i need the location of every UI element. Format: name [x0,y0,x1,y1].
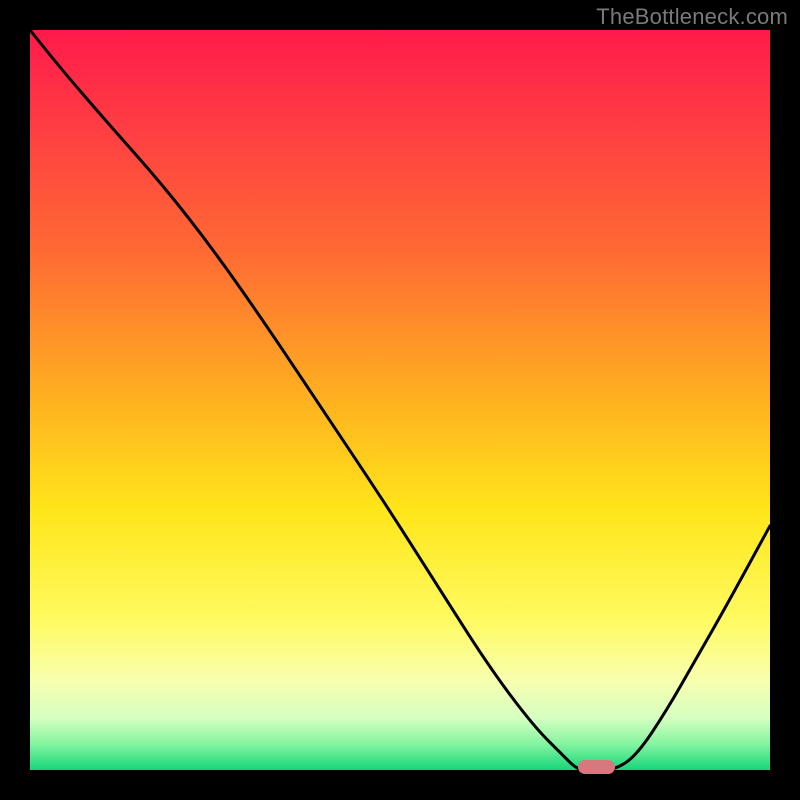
chart-frame: TheBottleneck.com [0,0,800,800]
optimal-marker [578,760,615,774]
plot-area [30,30,770,770]
gradient-rect [30,30,770,770]
chart-svg [30,30,770,770]
watermark-text: TheBottleneck.com [596,4,788,30]
